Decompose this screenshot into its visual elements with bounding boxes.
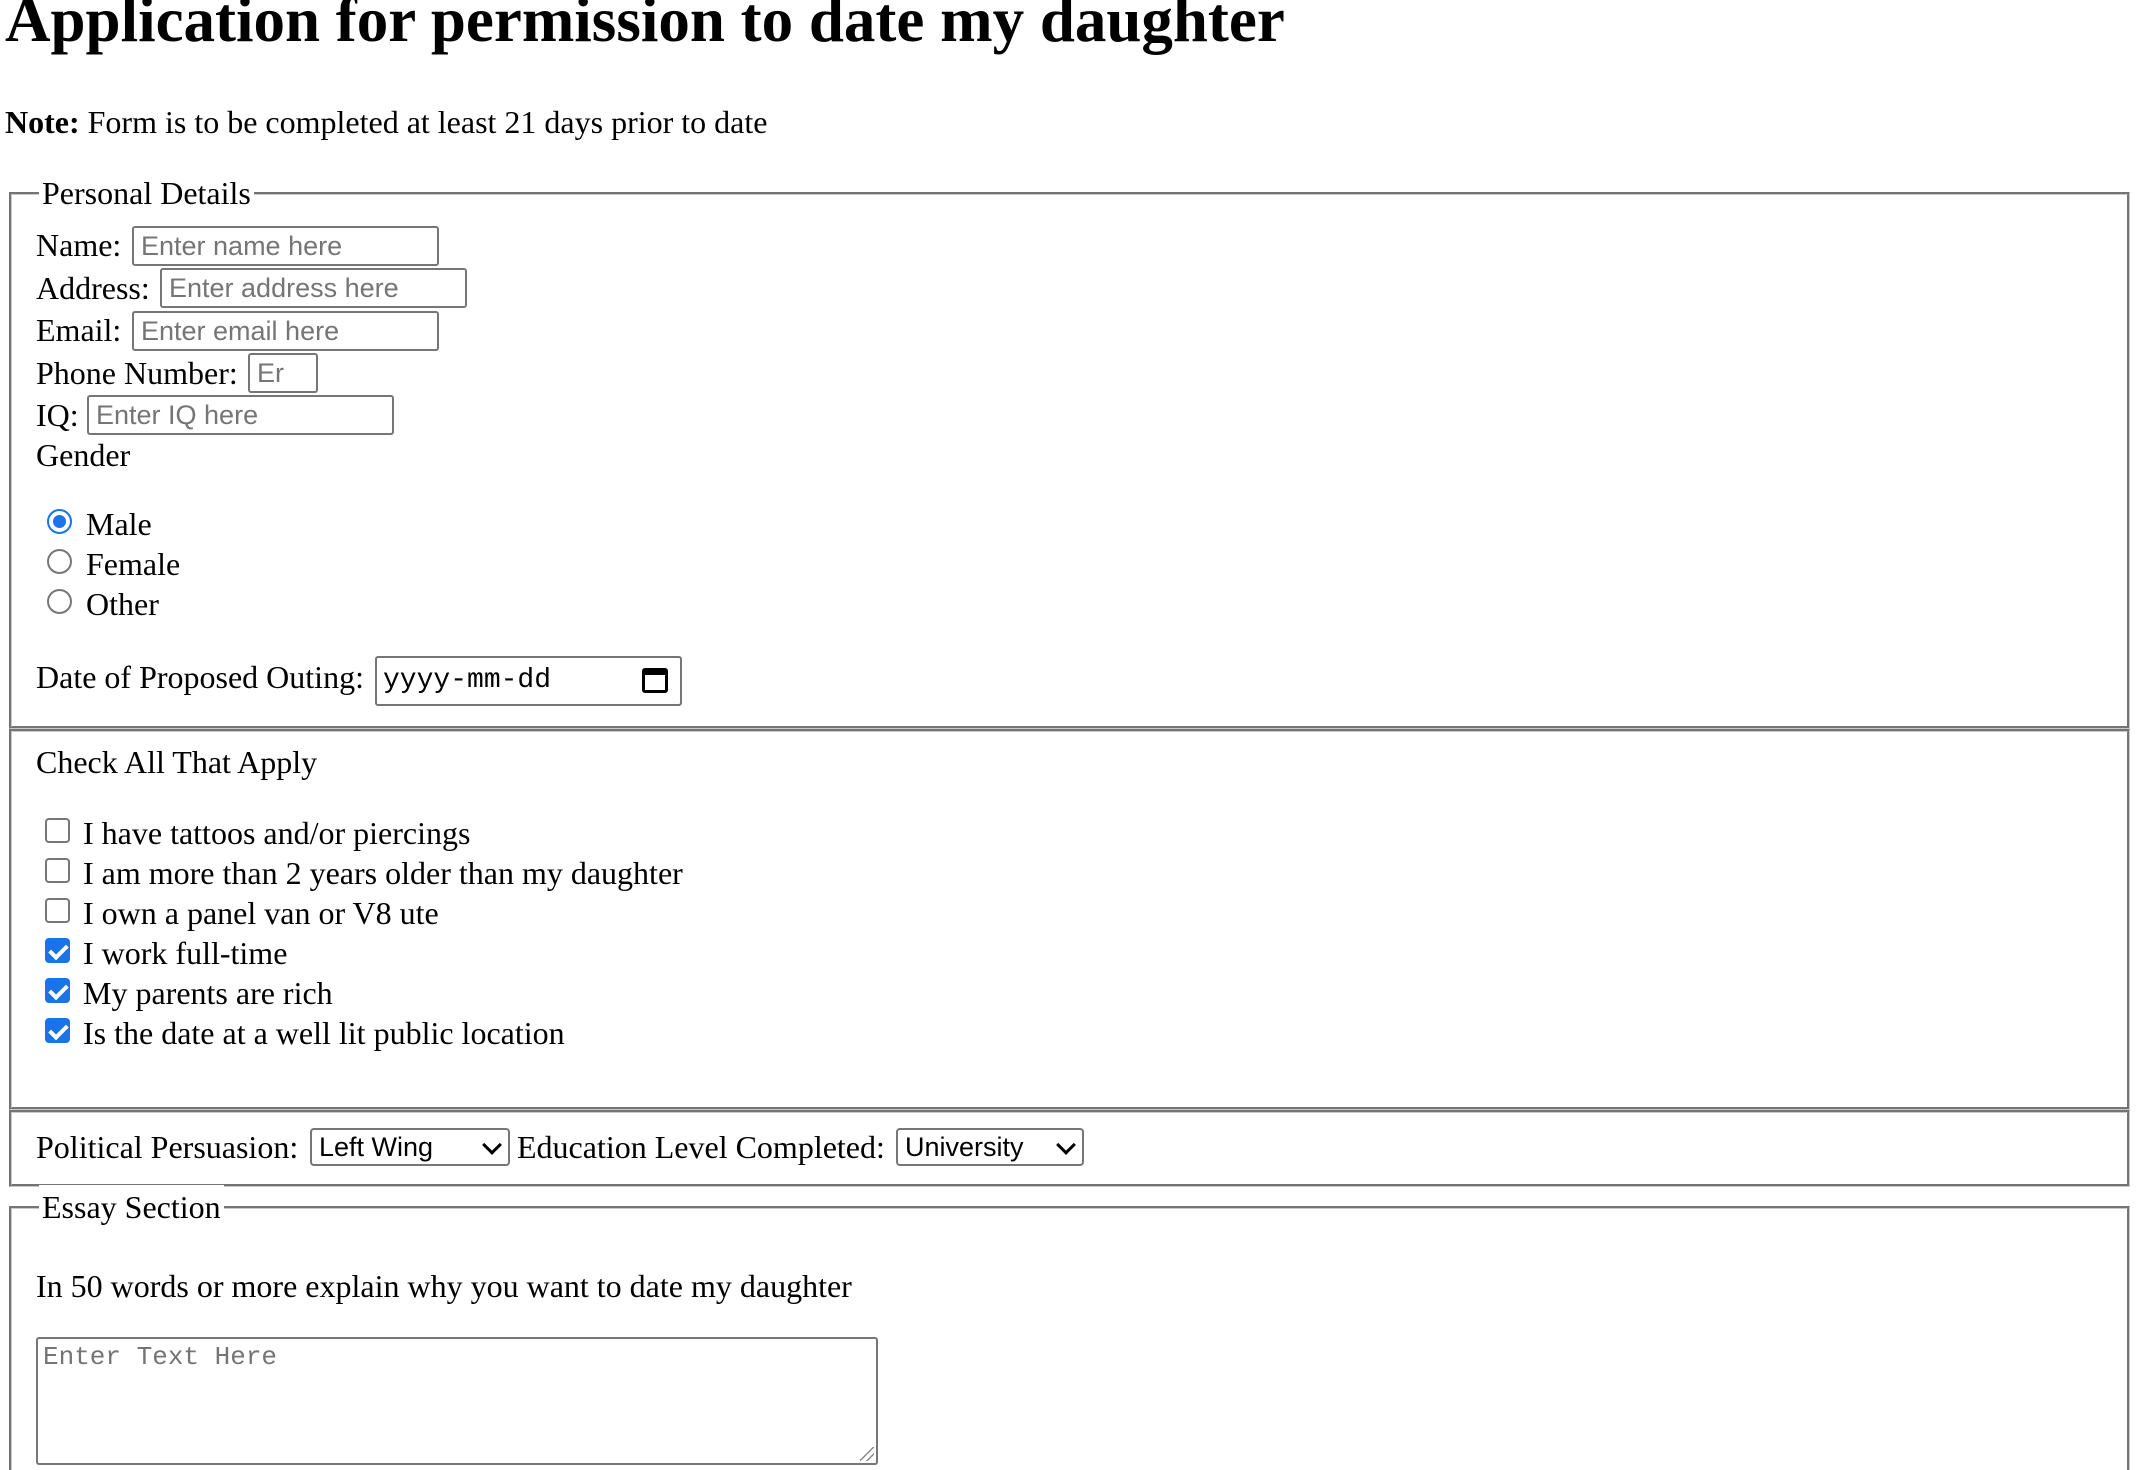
essay-placeholder: Enter Text Here <box>43 1342 278 1372</box>
check-all-heading: Check All That Apply <box>36 744 318 780</box>
political-persuasion-select[interactable]: Left Wing <box>310 1128 510 1166</box>
iq-label: IQ: <box>36 397 79 433</box>
resize-grip-icon[interactable] <box>860 1447 874 1461</box>
address-input[interactable]: Enter address here <box>160 268 467 308</box>
gender-female-label: Female <box>86 546 181 582</box>
public-location-label: Is the date at a well lit public locatio… <box>83 1015 565 1051</box>
tattoos-checkbox[interactable] <box>45 818 70 843</box>
parents-rich-label: My parents are rich <box>83 975 333 1011</box>
panel-van-checkbox[interactable] <box>45 898 70 923</box>
date-of-outing-input[interactable]: yyyy-mm-dd <box>375 656 682 706</box>
essay-fieldset: Essay Section In 50 words or more explai… <box>9 1185 2130 1470</box>
chevron-down-icon <box>482 1135 502 1155</box>
note-label: Note: <box>5 104 80 140</box>
personal-details-legend: Personal Details <box>39 171 254 215</box>
essay-textarea[interactable]: Enter Text Here <box>36 1337 878 1465</box>
date-placeholder: yyyy-mm-dd <box>383 665 552 696</box>
chevron-down-icon <box>1056 1135 1076 1155</box>
personal-details-fieldset: Personal Details Name: Enter name here A… <box>9 171 2130 729</box>
application-form-page: Application for permission to date my da… <box>0 0 2138 1470</box>
tattoos-label: I have tattoos and/or piercings <box>83 815 471 851</box>
full-time-label: I work full-time <box>83 935 288 971</box>
full-time-checkbox[interactable] <box>45 938 70 963</box>
political-persuasion-value: Left Wing <box>319 1132 434 1162</box>
essay-legend: Essay Section <box>39 1185 224 1229</box>
name-label: Name: <box>36 227 122 263</box>
iq-input[interactable]: Enter IQ here <box>87 395 394 435</box>
gender-male-radio[interactable] <box>47 509 72 534</box>
address-label: Address: <box>36 270 150 306</box>
email-label: Email: <box>36 312 122 348</box>
panel-van-label: I own a panel van or V8 ute <box>83 895 439 931</box>
older-label: I am more than 2 years older than my dau… <box>83 855 683 891</box>
gender-male-label: Male <box>86 506 152 542</box>
name-input[interactable]: Enter name here <box>132 226 439 266</box>
calendar-icon[interactable] <box>642 668 668 693</box>
page-title: Application for permission to date my da… <box>5 0 1285 55</box>
gender-female-radio[interactable] <box>47 549 72 574</box>
note-text: Form is to be completed at least 21 days… <box>79 104 768 140</box>
older-checkbox[interactable] <box>45 858 70 883</box>
email-input[interactable]: Enter email here <box>132 311 439 351</box>
gender-label: Gender <box>36 437 131 473</box>
gender-other-radio[interactable] <box>47 589 72 614</box>
selects-fieldset: Political Persuasion: Left Wing Educatio… <box>9 1110 2130 1187</box>
political-persuasion-label: Political Persuasion: <box>36 1129 299 1165</box>
check-all-fieldset: Check All That Apply I have tattoos and/… <box>9 729 2130 1110</box>
form-note: Note: Form is to be completed at least 2… <box>5 104 767 141</box>
education-level-value: University <box>905 1132 1024 1162</box>
education-level-select[interactable]: University <box>896 1128 1084 1166</box>
public-location-checkbox[interactable] <box>45 1018 70 1043</box>
parents-rich-checkbox[interactable] <box>45 978 70 1003</box>
essay-prompt: In 50 words or more explain why you want… <box>36 1268 852 1304</box>
phone-number-label: Phone Number: <box>36 355 238 391</box>
date-of-outing-label: Date of Proposed Outing: <box>36 659 364 695</box>
education-level-label: Education Level Completed: <box>517 1129 885 1165</box>
gender-other-label: Other <box>86 586 159 622</box>
phone-number-input[interactable]: Er <box>248 353 318 393</box>
